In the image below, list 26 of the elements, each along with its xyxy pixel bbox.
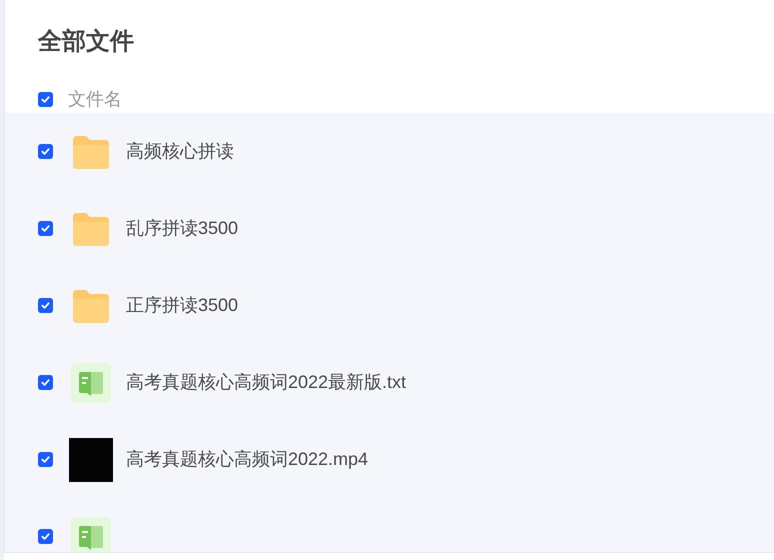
checkmark-icon [41, 95, 50, 104]
file-name[interactable]: 高考真题核心高频词2022.mp4 [126, 446, 368, 473]
checkbox[interactable] [38, 529, 53, 544]
checkmark-icon [41, 224, 50, 233]
checkmark-icon [41, 147, 50, 156]
checkbox[interactable] [38, 144, 53, 159]
file-name[interactable]: 高考真题核心高频词2022最新版.txt [126, 369, 406, 396]
checkbox[interactable] [38, 298, 53, 313]
checkmark-icon [41, 532, 50, 541]
folder-icon [71, 210, 111, 246]
checkbox[interactable] [38, 452, 53, 467]
video-thumbnail [69, 438, 113, 482]
folder-icon [71, 134, 111, 170]
column-header: 文件名 [68, 88, 122, 111]
checkbox[interactable] [38, 375, 53, 390]
file-name[interactable]: 正序拼读3500 [126, 292, 238, 319]
file-name[interactable]: 乱序拼读3500 [126, 215, 238, 242]
checkmark-icon [41, 455, 50, 464]
checkmark-icon [41, 301, 50, 310]
checkmark-icon [41, 378, 50, 387]
page-title: 全部文件 [36, 27, 135, 57]
folder-icon [71, 288, 111, 324]
checkbox[interactable] [38, 92, 53, 107]
file-name[interactable]: 高频核心拼读 [126, 138, 234, 165]
checkbox[interactable] [38, 221, 53, 236]
document-icon [71, 362, 111, 402]
